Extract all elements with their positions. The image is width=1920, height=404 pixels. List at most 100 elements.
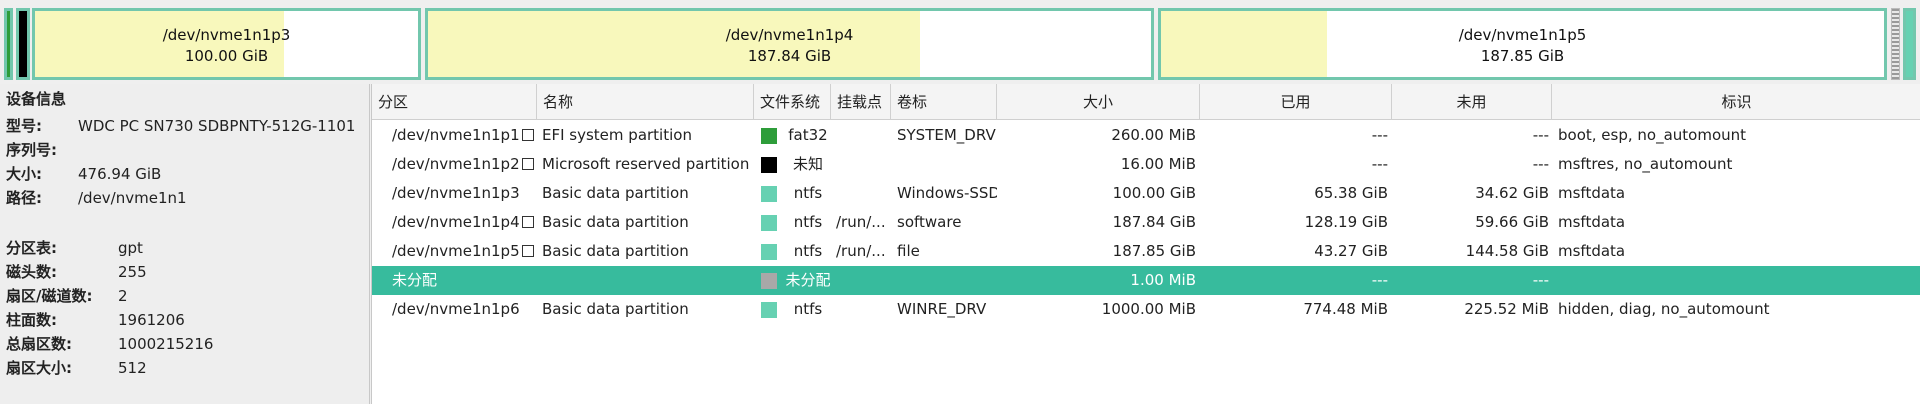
cell-size: 100.00 GiB [1112, 184, 1196, 202]
cell-filesystem: fat32 [788, 126, 828, 144]
column-header-flags[interactable]: 标识 [1552, 84, 1920, 120]
partition-block-p3[interactable]: /dev/nvme1n1p3 100.00 GiB [32, 8, 421, 80]
cell-filesystem: 未知 [792, 155, 823, 173]
partition-block-name: /dev/nvme1n1p5 [1458, 26, 1587, 44]
info-icon [522, 158, 534, 170]
sector-size-value: 512 [118, 359, 147, 377]
column-header-mountpoint[interactable]: 挂载点 [831, 84, 891, 120]
column-header-partition[interactable]: 分区 [372, 84, 537, 120]
cylinders-value: 1961206 [118, 311, 185, 329]
cell-flags: msftdata [1558, 242, 1626, 260]
table-row[interactable]: 未分配 未分配 1.00 MiB --- --- [372, 266, 1920, 295]
partition-block-p6[interactable] [1903, 8, 1916, 80]
cell-size: 187.84 GiB [1112, 213, 1196, 231]
cell-partition: /dev/nvme1n1p4 [392, 213, 520, 231]
cell-unused: 59.66 GiB [1475, 213, 1549, 231]
cell-name: Basic data partition [542, 300, 689, 318]
cell-mountpoint [836, 266, 892, 295]
cell-unused: 34.62 GiB [1475, 184, 1549, 202]
cell-flags: msftdata [1558, 213, 1626, 231]
column-header-unused[interactable]: 未用 [1392, 84, 1552, 120]
cell-size: 187.85 GiB [1112, 242, 1196, 260]
cell-filesystem: ntfs [793, 300, 823, 318]
partition-block-p1[interactable] [4, 8, 13, 80]
cell-mountpoint [836, 150, 892, 179]
table-header: 分区 名称 文件系统 挂载点 卷标 大小 已用 未用 标识 [372, 84, 1920, 120]
cell-partition: 未分配 [392, 271, 438, 289]
cell-filesystem: ntfs [793, 213, 823, 231]
cell-label [897, 150, 997, 179]
column-header-size[interactable]: 大小 [997, 84, 1200, 120]
device-info-title: 设备信息 [6, 90, 67, 108]
heads-value: 255 [118, 263, 147, 281]
filesystem-color-swatch [761, 244, 777, 260]
model-row: 型号: WDC PC SN730 SDBPNTY-512G-1101 [6, 117, 356, 135]
cell-mountpoint: /run/... [836, 213, 886, 231]
cell-unused: 144.58 GiB [1465, 242, 1549, 260]
cell-label: SYSTEM_DRV [897, 126, 996, 144]
cell-used: 128.19 GiB [1304, 213, 1388, 231]
cell-flags [1558, 266, 1918, 295]
partition-block-unallocated[interactable] [1891, 8, 1900, 80]
partition-table-value: gpt [118, 239, 143, 257]
column-header-filesystem[interactable]: 文件系统 [754, 84, 831, 120]
sectors-per-track-row: 扇区/磁道数: 2 [6, 287, 128, 305]
table-row[interactable]: /dev/nvme1n1p4 Basic data partition ntfs/r… [372, 208, 1920, 237]
partition-block-p4[interactable]: /dev/nvme1n1p4 187.84 GiB [425, 8, 1154, 80]
cell-size: 1000.00 MiB [1101, 300, 1196, 318]
cell-filesystem: ntfs [793, 184, 823, 202]
cell-name: Basic data partition [542, 213, 689, 231]
cell-used: 65.38 GiB [1314, 184, 1388, 202]
cell-mountpoint [836, 295, 892, 324]
partition-block-size: 187.84 GiB [747, 47, 832, 65]
partition-block-p5[interactable]: /dev/nvme1n1p5 187.85 GiB [1158, 8, 1887, 80]
info-icon [522, 129, 534, 141]
cell-unused: 225.52 MiB [1464, 300, 1549, 318]
sector-size-row: 扇区大小: 512 [6, 359, 147, 377]
cell-flags: msftres, no_automount [1558, 155, 1733, 173]
serial-row: 序列号: [6, 141, 57, 159]
mounted-icon [522, 245, 534, 257]
cell-name: Basic data partition [542, 184, 689, 202]
cell-size: 260.00 MiB [1111, 126, 1196, 144]
cell-label [897, 266, 997, 295]
cell-partition: /dev/nvme1n1p5 [392, 242, 520, 260]
total-sectors-value: 1000215216 [118, 335, 214, 353]
partition-block-p2[interactable] [16, 8, 30, 80]
filesystem-color-swatch [761, 273, 777, 289]
table-row[interactable]: /dev/nvme1n1p1 EFI system partition fat32 S… [372, 121, 1920, 150]
cell-size: 1.00 MiB [1130, 271, 1196, 289]
cylinders-row: 柱面数: 1961206 [6, 311, 185, 329]
cell-filesystem: ntfs [793, 242, 823, 260]
path-value: /dev/nvme1n1 [78, 189, 187, 207]
cell-unused: --- [1532, 155, 1549, 173]
filesystem-color-swatch [761, 186, 777, 202]
cell-filesystem: 未分配 [785, 271, 831, 289]
total-sectors-row: 总扇区数: 1000215216 [6, 335, 214, 353]
cell-label: software [897, 213, 962, 231]
cell-unused: --- [1532, 271, 1549, 289]
table-row[interactable]: /dev/nvme1n1p6 Basic data partition ntfs WI… [372, 295, 1920, 324]
column-header-label[interactable]: 卷标 [891, 84, 997, 120]
filesystem-color-swatch [761, 128, 777, 144]
cell-flags: msftdata [1558, 184, 1626, 202]
column-header-name[interactable]: 名称 [537, 84, 754, 120]
cell-partition: /dev/nvme1n1p2 [392, 155, 520, 173]
cell-used: --- [1371, 271, 1388, 289]
table-row[interactable]: /dev/nvme1n1p2 Microsoft reserved partiti… [372, 150, 1920, 179]
cell-flags: hidden, diag, no_automount [1558, 300, 1770, 318]
partition-table-row: 分区表: gpt [6, 239, 143, 257]
filesystem-color-swatch [761, 302, 777, 318]
cell-used: 774.48 MiB [1303, 300, 1388, 318]
device-info-panel: 设备信息 型号: WDC PC SN730 SDBPNTY-512G-1101 … [0, 84, 370, 404]
table-row[interactable]: /dev/nvme1n1p5 Basic data partition ntfs/r… [372, 237, 1920, 266]
heads-row: 磁头数: 255 [6, 263, 147, 281]
filesystem-color-swatch [761, 157, 777, 173]
cell-mountpoint [836, 121, 892, 150]
column-header-used[interactable]: 已用 [1200, 84, 1392, 120]
cell-label: file [897, 242, 920, 260]
cell-flags: boot, esp, no_automount [1558, 126, 1747, 144]
sectors-per-track-value: 2 [118, 287, 128, 305]
cell-mountpoint: /run/... [836, 242, 886, 260]
table-row[interactable]: /dev/nvme1n1p3 Basic data partition ntfs Wi… [372, 179, 1920, 208]
